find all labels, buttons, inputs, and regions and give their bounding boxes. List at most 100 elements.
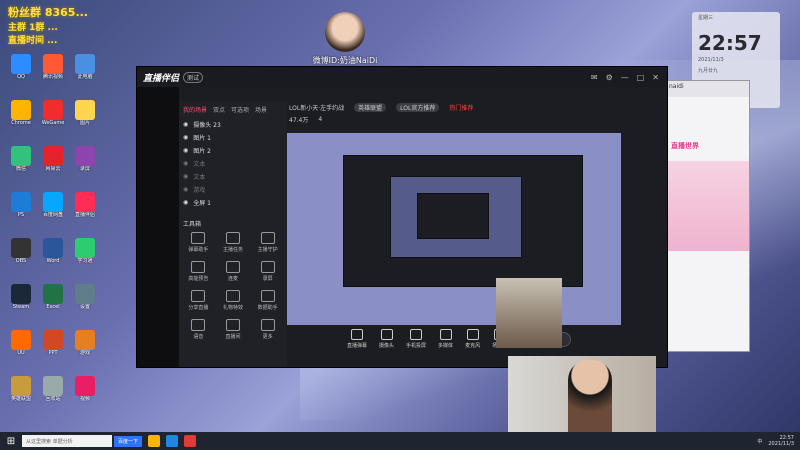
app-icon	[43, 284, 63, 304]
app-icon	[75, 146, 95, 166]
tool-label: 弹幕助手	[188, 247, 209, 253]
close-icon[interactable]: ✕	[652, 73, 659, 82]
desktop-icon-label: 学习通	[77, 258, 93, 264]
tool-label: 高能预告	[188, 276, 209, 282]
scene-tab[interactable]: 场景	[255, 105, 267, 114]
control-label: 摄像头	[379, 343, 395, 349]
tool-button[interactable]: 分享直播	[181, 290, 216, 311]
qq-ad-image[interactable]	[665, 161, 749, 251]
tool-button[interactable]: 更多	[250, 319, 285, 340]
desktop-icon[interactable]: QQ	[6, 54, 36, 80]
message-icon[interactable]: ✉	[591, 73, 598, 82]
scene-tab[interactable]: 双点	[213, 105, 225, 114]
scene-item-label: 全屏 1	[193, 200, 211, 207]
control-button[interactable]: 直播弹幕	[347, 329, 367, 349]
desktop-icon[interactable]: 学习通	[70, 238, 100, 264]
desktop-icon-label: QQ	[17, 74, 25, 80]
desktop-icon[interactable]: Word	[38, 238, 68, 264]
desktop-icon[interactable]: 回收站	[38, 376, 68, 402]
app-taskbar-icon[interactable]	[166, 435, 179, 447]
app-titlebar[interactable]: 直播伴侣 测试 ✉ ⚙ — □ ✕	[137, 67, 667, 87]
desktop-icon[interactable]: OBS	[6, 238, 36, 264]
search-button[interactable]: 百度一下	[114, 435, 143, 447]
control-button[interactable]: 摄像头	[379, 329, 394, 349]
desktop-icon[interactable]: 图片	[70, 100, 100, 126]
file-explorer-icon[interactable]	[148, 435, 161, 447]
scene-tab[interactable]: 可选项	[231, 105, 249, 114]
tool-label: 分享直播	[188, 305, 209, 311]
desktop-icon[interactable]: PPT	[38, 330, 68, 356]
desktop-icon[interactable]: 英雄联盟	[6, 376, 36, 402]
desktop-icon[interactable]: UU	[6, 330, 36, 356]
control-button[interactable]: 麦克风	[465, 329, 480, 349]
qq-window[interactable]: naidi 直播世界	[664, 80, 750, 352]
visibility-icon[interactable]: ◉	[183, 134, 188, 141]
visibility-icon[interactable]: ◉	[183, 121, 188, 128]
desktop-icon[interactable]: 视频	[70, 376, 100, 402]
desktop-icon[interactable]: 腾讯视频	[38, 54, 68, 80]
scene-item[interactable]: ◉ 摄像头 23	[179, 118, 287, 131]
visibility-icon[interactable]: ◉	[183, 160, 188, 167]
tool-button[interactable]: 连麦	[216, 261, 251, 282]
taskbar-date: 2021/11/3	[768, 441, 794, 447]
tool-button[interactable]: 录屏	[250, 261, 285, 282]
desktop-icon-label: PPT	[48, 350, 58, 356]
maximize-icon[interactable]: □	[637, 73, 645, 82]
tool-button[interactable]: 语音	[181, 319, 216, 340]
room-title[interactable]: LOL新小天·左手约战	[289, 103, 344, 112]
desktop-icon[interactable]: 录屏	[70, 146, 100, 172]
tool-label: 主播任务	[222, 247, 243, 253]
live-app-taskbar-icon[interactable]	[184, 435, 197, 447]
desktop-icon[interactable]: Excel	[38, 284, 68, 310]
tool-button[interactable]: 直播间	[216, 319, 251, 340]
tool-button[interactable]: 高能预告	[181, 261, 216, 282]
search-input[interactable]: 从这里搜索 单据分析	[22, 435, 112, 447]
visibility-icon[interactable]: ◉	[183, 186, 188, 193]
minimize-icon[interactable]: —	[621, 73, 629, 82]
desktop-icon[interactable]: PS	[6, 192, 36, 218]
app-icon	[43, 100, 63, 120]
tool-button[interactable]: 数据助手	[250, 290, 285, 311]
desktop-icon[interactable]: 网易云	[38, 146, 68, 172]
app-logo: 直播伴侣	[143, 73, 180, 84]
tool-button[interactable]: 主播任务	[216, 232, 251, 253]
desktop-icon[interactable]: 直播伴侣	[70, 192, 100, 218]
input-method-icon[interactable]: 中	[757, 438, 762, 445]
tool-icon	[191, 232, 206, 244]
visibility-icon[interactable]: ◉	[183, 147, 188, 154]
desktop-icon[interactable]: 设置	[70, 284, 100, 310]
desktop-icon[interactable]: 微信	[6, 146, 36, 172]
visibility-icon[interactable]: ◉	[183, 173, 188, 180]
tool-icon	[260, 290, 275, 302]
desktop-icon[interactable]: 百度网盘	[38, 192, 68, 218]
control-button[interactable]: 多媒体	[438, 329, 453, 349]
desktop-icon[interactable]: WeGame	[38, 100, 68, 126]
room-category[interactable]: 英雄联盟	[354, 103, 387, 112]
scene-tab[interactable]: 我的场景	[183, 105, 207, 114]
app-icon	[11, 330, 31, 350]
desktop-icon-label: OBS	[15, 258, 27, 264]
tool-button[interactable]: 弹幕助手	[181, 232, 216, 253]
scene-item-label: 图片 1	[193, 135, 211, 142]
desktop-icon[interactable]: 游戏	[70, 330, 100, 356]
scene-item[interactable]: ◉ 全屏 1	[179, 196, 287, 209]
streaming-app-window[interactable]: 直播伴侣 测试 ✉ ⚙ — □ ✕ 我的场景 双点 可选项 场景 ◉ 摄像头 23 ◉ 图片…	[136, 66, 668, 368]
control-icon	[410, 329, 423, 340]
desktop-icon[interactable]: Chrome	[6, 100, 36, 126]
desktop-icon[interactable]: 此电脑	[70, 54, 100, 80]
scene-item[interactable]: ◉ 文本	[179, 170, 287, 183]
scene-item[interactable]: ◉ 游戏	[179, 183, 287, 196]
scene-item[interactable]: ◉ 文本	[179, 157, 287, 170]
tool-button[interactable]: 礼物特效	[216, 290, 251, 311]
start-icon[interactable]: ⊞	[0, 436, 22, 447]
desktop-icon[interactable]: Steam	[6, 284, 36, 310]
tool-icon	[260, 319, 275, 331]
scene-item[interactable]: ◉ 图片 1	[179, 131, 287, 144]
overlay-line-1: 粉丝群 8365...	[8, 6, 88, 19]
scene-item[interactable]: ◉ 图片 2	[179, 144, 287, 157]
control-button[interactable]: 手机投屏	[406, 329, 426, 349]
tool-button[interactable]: 主播守护	[250, 232, 285, 253]
visibility-icon[interactable]: ◉	[183, 199, 188, 206]
settings-icon[interactable]: ⚙	[606, 73, 613, 82]
scene-item-label: 摄像头 23	[193, 122, 221, 129]
